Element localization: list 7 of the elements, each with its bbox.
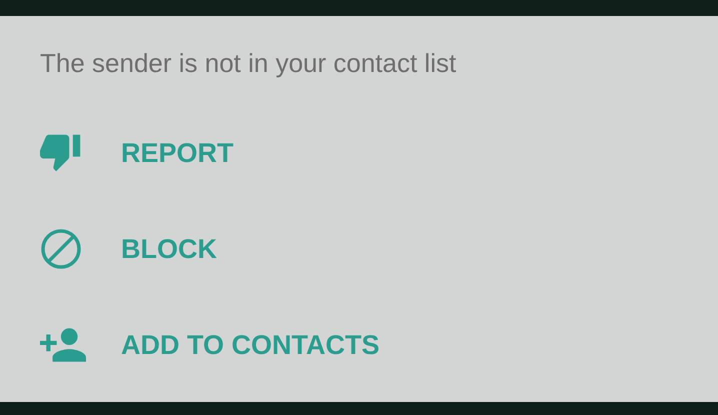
- add-person-icon: [40, 328, 86, 362]
- action-button[interactable]: BLOCK: [121, 201, 217, 297]
- action-button[interactable]: REPORT: [121, 105, 234, 201]
- block-icon: [40, 228, 82, 270]
- notice-text: The sender is not in your contact list: [40, 48, 456, 79]
- action-button[interactable]: ADD TO CONTACTS: [121, 297, 380, 393]
- thumbs-down-icon: [40, 132, 82, 174]
